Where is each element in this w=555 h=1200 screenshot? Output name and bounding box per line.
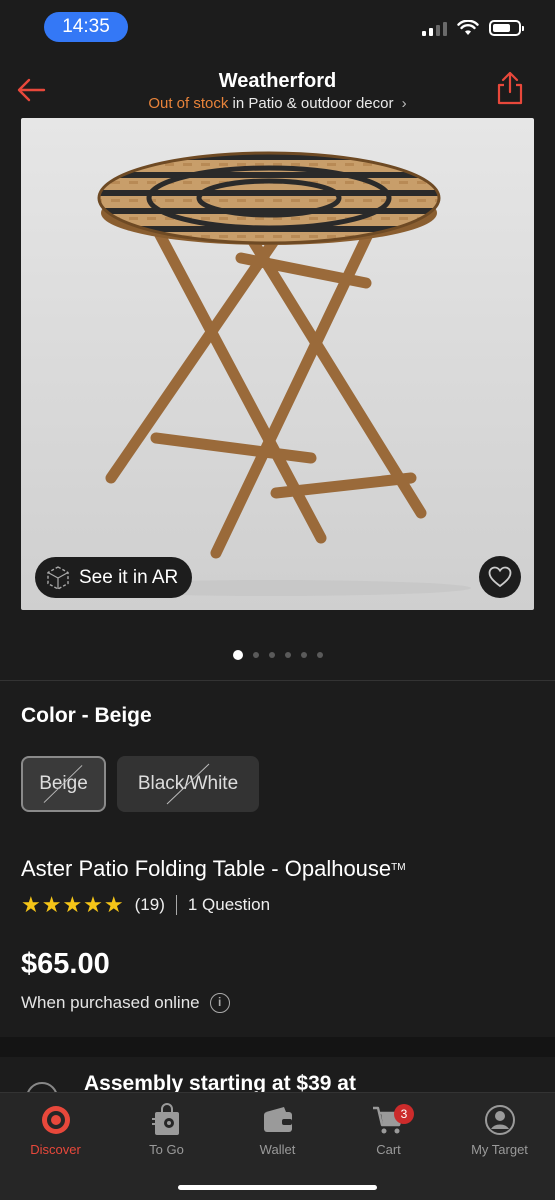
- product-image-carousel[interactable]: See it in AR: [21, 118, 534, 610]
- color-label: Color - Beige: [21, 704, 152, 727]
- category-link[interactable]: in Patio & outdoor decor: [233, 95, 394, 112]
- product-title-text: Aster Patio Folding Table - Opalhouse: [21, 856, 392, 881]
- tab-cart[interactable]: 3 Cart: [333, 1101, 444, 1157]
- carousel-dots[interactable]: [0, 650, 555, 660]
- availability-breadcrumb[interactable]: Out of stock in Patio & outdoor decor ›: [0, 95, 555, 112]
- color-option-beige[interactable]: Beige: [21, 756, 106, 812]
- heart-icon: [488, 566, 512, 588]
- stock-status: Out of stock: [148, 95, 229, 112]
- cart-count-badge: 3: [394, 1104, 414, 1124]
- tab-wallet[interactable]: Wallet: [222, 1101, 333, 1157]
- review-count[interactable]: (19): [135, 895, 165, 915]
- favorite-button[interactable]: [479, 556, 521, 598]
- bottom-tab-bar: Discover To Go Wallet 3 Cart My Target: [0, 1092, 555, 1200]
- carousel-dot[interactable]: [268, 652, 275, 658]
- tab-label: Cart: [376, 1142, 401, 1157]
- status-time: 14:35: [44, 12, 128, 42]
- color-option-black-white[interactable]: Black/White: [117, 756, 259, 812]
- ar-label: See it in AR: [79, 566, 179, 588]
- see-in-ar-button[interactable]: See it in AR: [35, 557, 193, 598]
- product-price: $65.00: [21, 948, 110, 980]
- tab-label: Wallet: [259, 1142, 296, 1157]
- price-note: When purchased online i: [21, 993, 230, 1013]
- carousel-dot[interactable]: [284, 652, 291, 658]
- tab-to-go[interactable]: To Go: [111, 1101, 222, 1157]
- ar-cube-icon: [47, 565, 69, 590]
- status-icons: [422, 20, 524, 36]
- battery-icon: [489, 20, 524, 36]
- section-separator: [0, 1037, 555, 1057]
- unavailable-strike: [43, 765, 83, 803]
- carousel-dot[interactable]: [316, 652, 323, 658]
- rating-row[interactable]: ★★★★★ (19) 1 Question: [21, 892, 270, 918]
- tab-my-target[interactable]: My Target: [444, 1101, 555, 1157]
- info-icon[interactable]: i: [209, 993, 230, 1013]
- bag-icon: [151, 1103, 179, 1135]
- trademark-mark: TM: [391, 862, 406, 873]
- product-image: [71, 151, 471, 596]
- profile-icon: [484, 1105, 515, 1135]
- wifi-icon: [457, 20, 479, 35]
- tab-label: To Go: [149, 1142, 184, 1157]
- carousel-dot[interactable]: [252, 652, 259, 658]
- target-icon: [41, 1106, 70, 1134]
- carousel-dot[interactable]: [232, 650, 243, 660]
- unavailable-strike: [166, 763, 210, 805]
- home-indicator[interactable]: [178, 1185, 377, 1190]
- share-icon[interactable]: [495, 70, 525, 106]
- price-note-text: When purchased online: [21, 993, 200, 1012]
- star-rating-icon: ★★★★★: [21, 892, 125, 917]
- section-divider: [0, 680, 555, 681]
- rating-separator: [175, 895, 177, 915]
- product-header: Weatherford Out of stock in Patio & outd…: [0, 54, 555, 120]
- product-title: Aster Patio Folding Table - OpalhouseTM: [21, 856, 406, 882]
- cellular-signal-icon: [422, 20, 447, 36]
- carousel-dot[interactable]: [300, 652, 307, 658]
- chevron-right-icon: ›: [401, 95, 407, 112]
- store-name: Weatherford: [218, 70, 337, 92]
- questions-link[interactable]: 1 Question: [188, 895, 270, 915]
- tab-discover[interactable]: Discover: [0, 1101, 111, 1157]
- status-bar: 14:35: [0, 0, 555, 54]
- tab-label: My Target: [471, 1142, 528, 1157]
- wallet-icon: [263, 1107, 292, 1132]
- tab-label: Discover: [30, 1142, 81, 1157]
